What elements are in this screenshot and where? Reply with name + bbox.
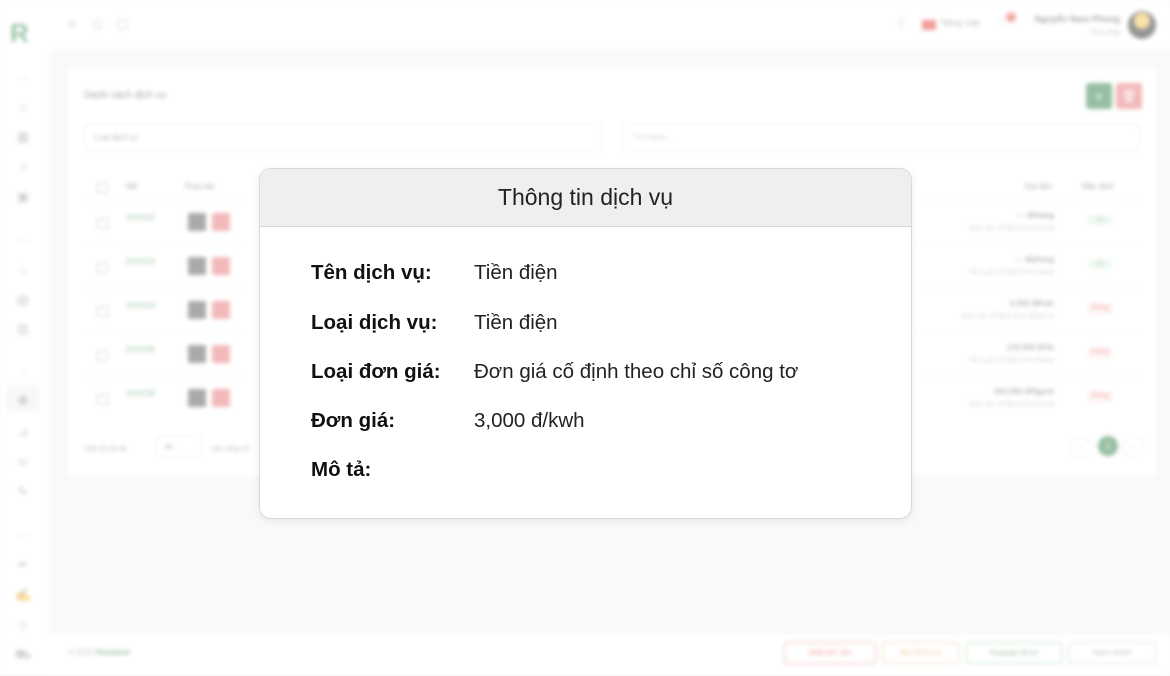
service-type-label: Loại dịch vụ: xyxy=(311,311,438,334)
price-type-value: Đơn giá cố định theo chỉ số công tơ xyxy=(474,360,799,383)
service-name-value: Tiền điện xyxy=(474,261,558,284)
modal-title: Thông tin dịch vụ xyxy=(497,184,674,210)
price-type-label: Loại đơn giá: xyxy=(311,360,441,383)
service-info-modal: Thông tin dịch vụ Tên dịch vụ: Tiền điện… xyxy=(259,168,912,519)
description-row: Mô tả: xyxy=(311,456,474,484)
description-label: Mô tả: xyxy=(311,458,372,481)
service-name-row: Tên dịch vụ: Tiền điện xyxy=(311,259,558,287)
unit-price-row: Đơn giá: 3,000 đ/kwh xyxy=(311,407,585,435)
service-type-value: Tiền điện xyxy=(474,311,558,334)
service-type-row: Loại dịch vụ: Tiền điện xyxy=(311,309,558,337)
unit-price-label: Đơn giá: xyxy=(311,409,396,432)
price-type-row: Loại đơn giá: Đơn giá cố định theo chỉ s… xyxy=(311,358,798,386)
modal-header: Thông tin dịch vụ xyxy=(260,169,911,227)
unit-price-value: 3,000 đ/kwh xyxy=(474,409,585,432)
service-name-label: Tên dịch vụ: xyxy=(311,261,432,284)
